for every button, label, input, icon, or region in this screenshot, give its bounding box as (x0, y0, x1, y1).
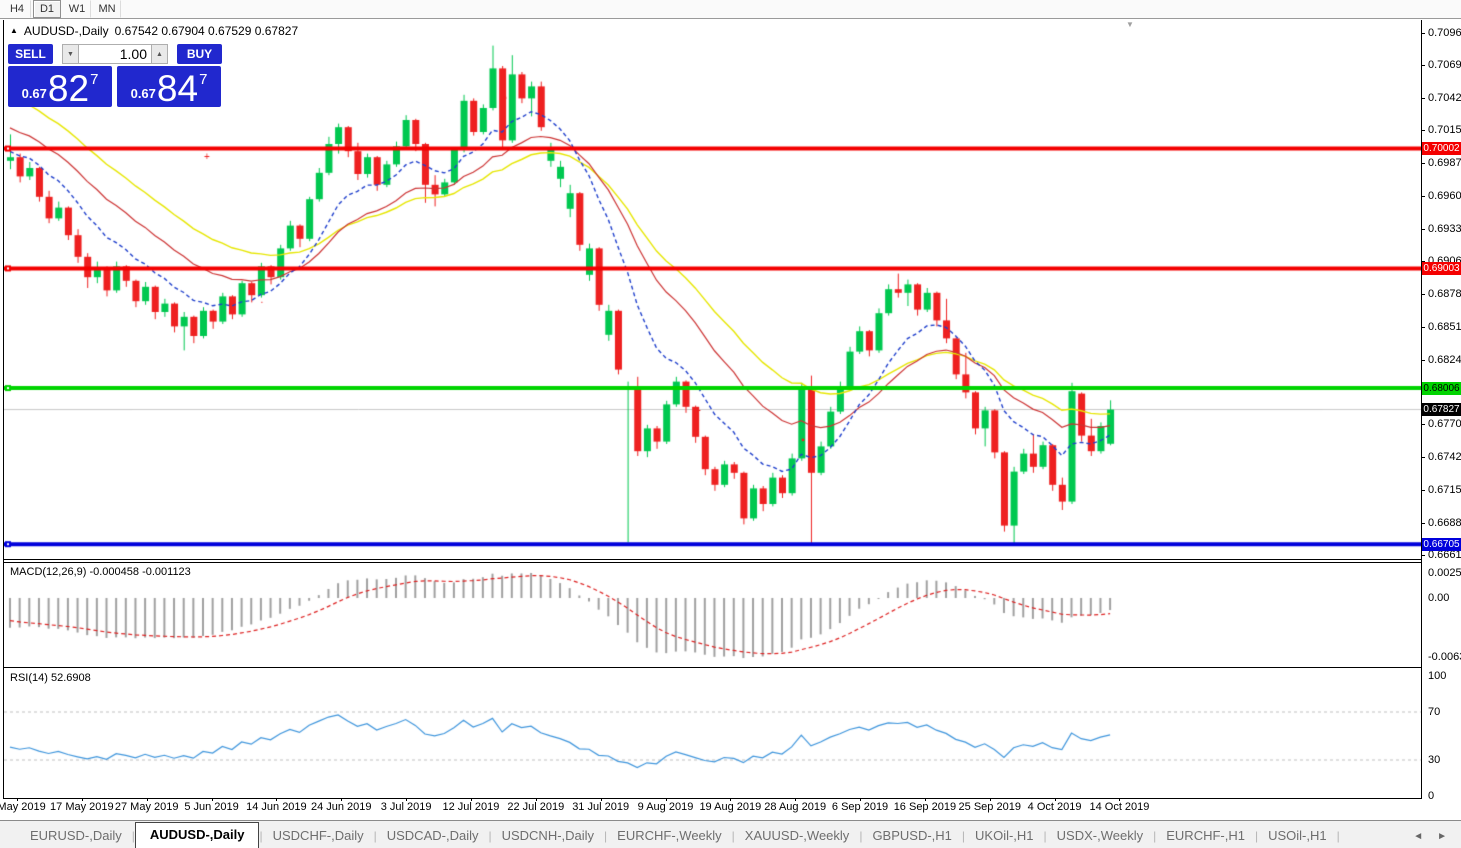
tab-scroll-right-icon[interactable]: ► (1437, 831, 1447, 842)
macd-axis-label: 0.002574 (1428, 567, 1461, 580)
volume-input[interactable] (79, 44, 151, 64)
buy-price-prefix: 0.67 (130, 86, 156, 101)
sell-price-big-digits: 82 (47, 68, 90, 109)
chart-tab-usdx-weekly[interactable]: USDX-,Weekly (1047, 824, 1153, 848)
macd-rsi-separator[interactable] (3, 667, 1422, 668)
chevron-down-icon: ▼ (67, 50, 74, 58)
price-tick-mark (1421, 522, 1425, 524)
macd-label: MACD(12,26,9) -0.000458 -0.001123 (10, 566, 191, 578)
collapse-triangle-icon[interactable]: ▲ (10, 26, 18, 36)
timeframe-button-mn[interactable]: MN (93, 0, 121, 18)
price-line-badge: 0.70002 (1422, 142, 1461, 156)
price-tick-label: 0.66610 (1428, 549, 1461, 562)
chart-tab-xauusd-weekly[interactable]: XAUUSD-,Weekly (735, 824, 860, 848)
price-tick-label: 0.68515 (1428, 320, 1461, 333)
date-tick-label: 14 Oct 2019 (1089, 801, 1150, 813)
price-tick-mark (1421, 294, 1425, 296)
timeframe-button-h4[interactable]: H4 (3, 0, 31, 18)
price-tick-label: 0.67700 (1428, 418, 1461, 431)
price-tick-mark (1421, 359, 1425, 361)
price-tick-label: 0.70965 (1428, 26, 1461, 39)
chart-title: ▲ AUDUSD-,Daily 0.67542 0.67904 0.67529 … (10, 24, 298, 38)
rsi-axis-label: 30 (1428, 753, 1441, 766)
chart-tab-usdchf-daily[interactable]: USDCHF-,Daily (263, 824, 374, 848)
price-tick-label: 0.70420 (1428, 91, 1461, 104)
timeframe-button-w1[interactable]: W1 (63, 0, 91, 18)
price-tick-mark (1421, 326, 1425, 328)
price-tick-mark (1421, 97, 1425, 99)
price-tick-label: 0.69605 (1428, 189, 1461, 202)
chart-tab-gbpusd-h1[interactable]: GBPUSD-,H1 (862, 824, 961, 848)
price-tick-label: 0.67155 (1428, 483, 1461, 496)
sell-price-prefix: 0.67 (21, 86, 47, 101)
macd-axis-label: -0.006326 (1428, 651, 1461, 664)
price-tick-mark (1421, 457, 1425, 459)
sell-button[interactable]: SELL (8, 44, 53, 64)
buy-price-pip-digit: 7 (199, 71, 208, 88)
price-tick-mark (1421, 32, 1425, 34)
buy-price-tile[interactable]: 0.67 84 7 (117, 66, 221, 107)
tab-separator: | (1336, 829, 1340, 843)
one-click-trading-panel: SELL ▼ ▲ BUY 0.67 82 7 0.67 84 7 (8, 44, 226, 107)
macd-axis-label: 0.00 (1428, 591, 1450, 604)
chart-tab-eurchf-weekly[interactable]: EURCHF-,Weekly (607, 824, 732, 848)
price-line-badge: 0.68006 (1422, 381, 1461, 395)
price-tick-label: 0.69330 (1428, 222, 1461, 235)
rsi-axis-label: 70 (1428, 705, 1441, 718)
chart-tab-bar: EURUSD-,Daily | AUDUSD-,Daily | USDCHF-,Dail… (0, 820, 1461, 848)
price-tick-mark (1421, 195, 1425, 197)
chart-title-ohlc: 0.67542 0.67904 0.67529 0.67827 (114, 24, 299, 38)
price-tick-label: 0.68785 (1428, 288, 1461, 301)
rsi-axis-label: 0 (1428, 789, 1435, 802)
chart-tab-audusd-daily[interactable]: AUDUSD-,Daily (134, 822, 260, 848)
volume-decrease-button[interactable]: ▼ (62, 44, 79, 64)
chart-tab-eurchf-h1[interactable]: EURCHF-,H1 (1156, 824, 1255, 848)
price-tick-label: 0.66880 (1428, 516, 1461, 529)
price-tick-mark (1421, 489, 1425, 491)
macd-indicator-canvas[interactable] (4, 563, 1421, 667)
rsi-indicator-canvas[interactable] (4, 669, 1421, 797)
tab-scroll-left-icon[interactable]: ◄ (1413, 831, 1423, 842)
price-tick-mark (1421, 64, 1425, 66)
timeframe-button-d1[interactable]: D1 (33, 0, 61, 18)
buy-button[interactable]: BUY (177, 44, 222, 64)
price-line-badge: 0.69003 (1422, 261, 1461, 275)
price-tick-label: 0.67425 (1428, 451, 1461, 464)
price-tick-mark (1421, 424, 1425, 426)
timeframe-toolbar: H4 D1 W1 MN (0, 0, 1461, 19)
chevron-up-icon: ▲ (156, 50, 163, 58)
price-tick-label: 0.68240 (1428, 353, 1461, 366)
price-tick-label: 0.70695 (1428, 58, 1461, 71)
rsi-label: RSI(14) 52.6908 (10, 672, 91, 684)
price-tick-mark (1421, 163, 1425, 165)
chart-title-symbol: AUDUSD-,Daily (23, 24, 109, 38)
volume-increase-button[interactable]: ▲ (151, 44, 168, 64)
chart-tab-eurusd-daily[interactable]: EURUSD-,Daily (20, 824, 132, 848)
price-tick-mark (1421, 555, 1425, 557)
chart-tab-usoil-h1[interactable]: USOil-,H1 (1258, 824, 1337, 848)
chart-tab-ukoil-h1[interactable]: UKOil-,H1 (965, 824, 1044, 848)
rsi-axis-label: 100 (1428, 669, 1447, 682)
rsi-dates-separator (3, 798, 1422, 799)
chart-tab-usdcnh-daily[interactable]: USDCNH-,Daily (492, 824, 604, 848)
price-tick-mark (1421, 130, 1425, 132)
buy-price-big-digits: 84 (156, 68, 199, 109)
price-tick-label: 0.70150 (1428, 124, 1461, 137)
chart-tab-usdcad-daily[interactable]: USDCAD-,Daily (377, 824, 489, 848)
price-tick-mark (1421, 228, 1425, 230)
price-tick-label: 0.69875 (1428, 157, 1461, 170)
sell-price-tile[interactable]: 0.67 82 7 (8, 66, 112, 107)
chart-shift-marker-icon[interactable]: ▼ (1126, 20, 1134, 29)
price-line-badge: 0.67827 (1422, 403, 1461, 417)
price-line-badge: 0.66705 (1422, 537, 1461, 551)
sell-price-pip-digit: 7 (90, 71, 99, 88)
